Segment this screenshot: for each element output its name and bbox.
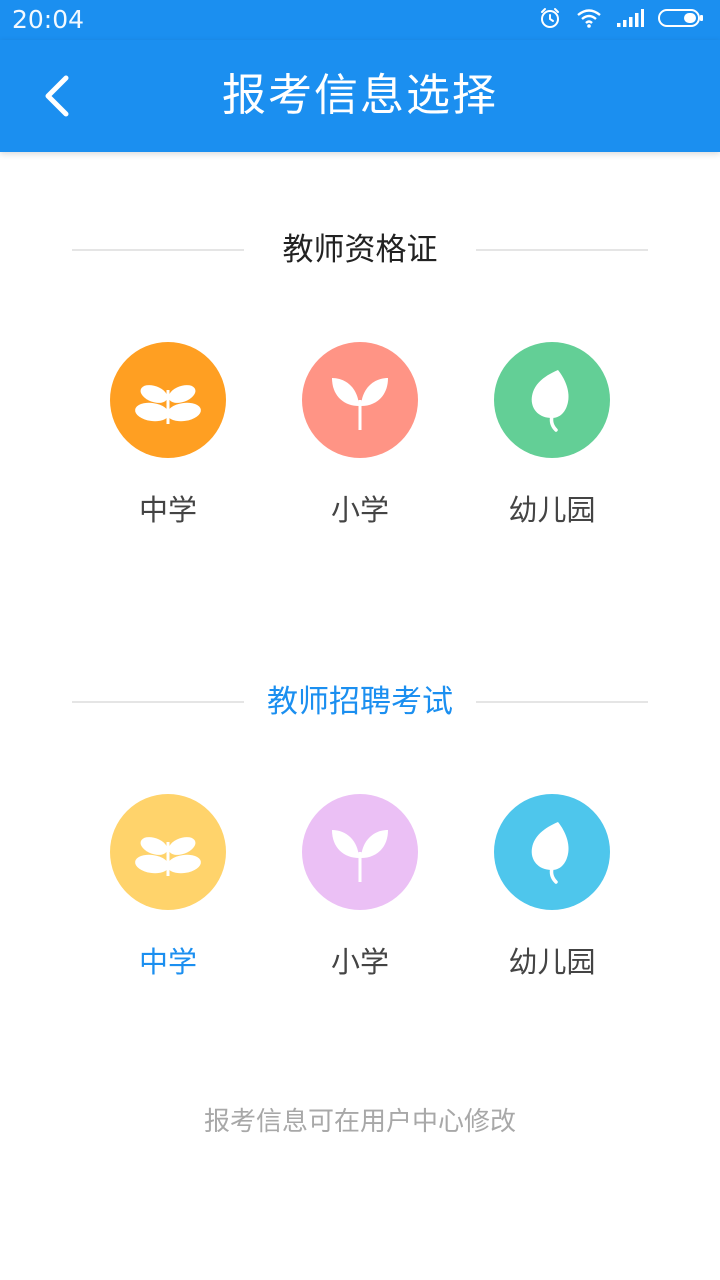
divider-line (476, 249, 648, 251)
sprout-v-icon (302, 794, 418, 910)
footer-note: 报考信息可在用户中心修改 (203, 1107, 516, 1137)
status-icons (538, 8, 704, 32)
alarm-icon (538, 6, 562, 34)
section-header-teacher-recruitment: 教师招聘考试 (72, 672, 648, 732)
section-header-teacher-certificate: 教师资格证 (72, 220, 648, 280)
back-button[interactable] (30, 68, 86, 124)
option-recruitment-primary-school[interactable]: 小学 (280, 794, 440, 994)
status-bar: 20:04 (0, 0, 720, 40)
option-label: 中学 (138, 945, 197, 979)
leaf-icon (494, 794, 610, 910)
sprout-round-icon (110, 794, 226, 910)
option-label: 幼儿园 (508, 493, 596, 527)
option-label: 小学 (330, 493, 389, 527)
leaf-icon (494, 342, 610, 458)
option-recruitment-kindergarten[interactable]: 幼儿园 (472, 794, 632, 994)
wifi-icon (576, 7, 602, 33)
option-label: 中学 (138, 493, 197, 527)
option-certificate-middle-school[interactable]: 中学 (88, 342, 248, 542)
option-label: 小学 (330, 945, 389, 979)
status-time: 20:04 (12, 5, 85, 34)
divider-line (476, 701, 648, 703)
option-certificate-primary-school[interactable]: 小学 (280, 342, 440, 542)
chevron-left-icon (45, 75, 69, 117)
option-label: 幼儿园 (508, 945, 596, 979)
option-certificate-kindergarten[interactable]: 幼儿园 (472, 342, 632, 542)
sprout-v-icon (302, 342, 418, 458)
option-recruitment-middle-school[interactable]: 中学 (88, 794, 248, 994)
app-header: 报考信息选择 (0, 40, 720, 152)
battery-icon (658, 8, 704, 32)
page-title: 报考信息选择 (222, 70, 498, 121)
sprout-round-icon (110, 342, 226, 458)
signal-icon (616, 8, 644, 32)
